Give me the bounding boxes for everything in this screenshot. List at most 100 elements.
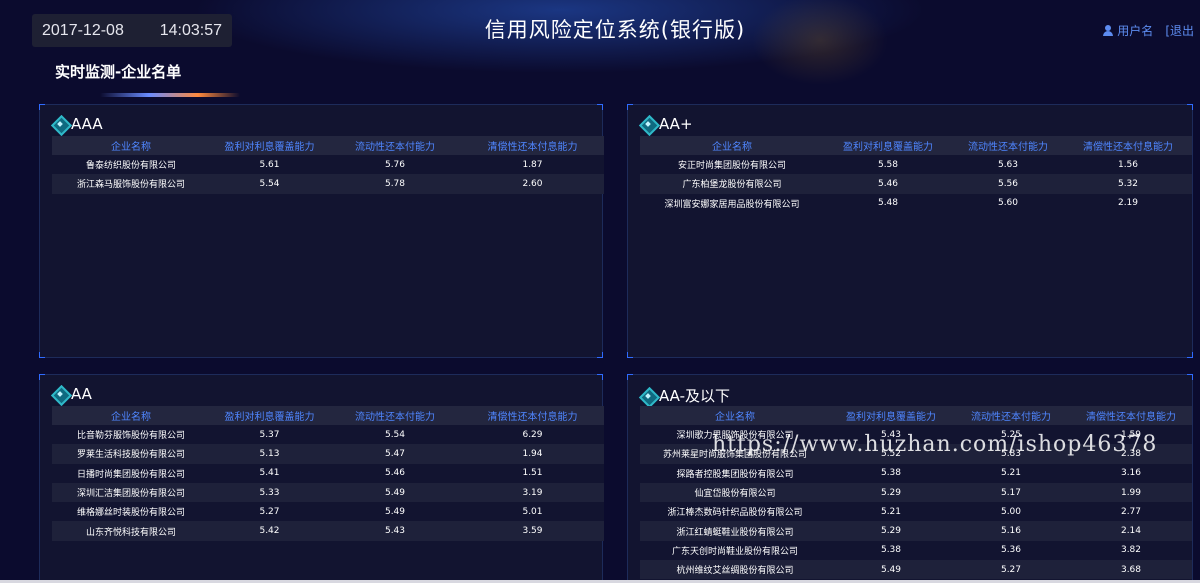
score-cell: 5.76: [329, 155, 461, 175]
table-row[interactable]: 探路者控股集团股份有限公司 5.38 5.21 3.16: [640, 463, 1192, 483]
score-cell: 1.59: [1070, 425, 1192, 445]
score-cell: 5.25: [952, 425, 1070, 445]
table-row[interactable]: 深圳汇洁集团股份有限公司 5.33 5.49 3.19: [52, 482, 604, 503]
table-row[interactable]: 浙江红蜻蜓鞋业股份有限公司 5.29 5.16 2.14: [640, 521, 1192, 541]
score-cell: 5.27: [210, 502, 329, 522]
table-row[interactable]: 维格娜丝时装股份有限公司 5.27 5.49 5.01: [52, 502, 604, 522]
user-area: 用户名 [退出: [1103, 22, 1194, 39]
score-cell: 2.19: [1064, 193, 1192, 213]
column-header: 企业名称: [640, 136, 824, 155]
table-row[interactable]: 日播时尚集团股份有限公司 5.41 5.46 1.51: [52, 463, 604, 483]
score-cell: 5.47: [329, 444, 461, 464]
score-cell: 5.17: [952, 482, 1070, 503]
grade-title: AA+: [659, 115, 693, 133]
score-cell: 5.16: [952, 521, 1070, 541]
score-cell: 5.54: [329, 425, 461, 445]
table-row[interactable]: 深圳歌力思服饰股份有限公司 5.43 5.25 1.59: [640, 425, 1192, 445]
table-header-row: 企业名称 盈利对利息覆盖能力 流动性还本付能力 清偿性还本付息能力: [52, 406, 604, 425]
company-name-cell: 杭州维纹艾丝绸股份有限公司: [640, 560, 830, 580]
table-row[interactable]: 鲁泰纺织股份有限公司 5.61 5.76 1.87: [52, 155, 604, 175]
column-header: 企业名称: [52, 136, 210, 155]
score-cell: 5.13: [210, 444, 329, 464]
score-cell: 2.60: [461, 174, 604, 194]
company-name-cell: 安正时尚集团股份有限公司: [640, 155, 824, 175]
company-name-cell: 探路者控股集团股份有限公司: [640, 463, 830, 483]
company-name-cell: 鲁泰纺织股份有限公司: [52, 155, 210, 175]
company-name-cell: 山东齐悦科技有限公司: [52, 521, 210, 541]
panel-aa-plus: AA+ 企业名称 盈利对利息覆盖能力 流动性还本付能力 清偿性还本付息能力 安正时尚集团…: [627, 104, 1193, 358]
score-cell: 2.14: [1070, 521, 1192, 541]
table-row[interactable]: 杭州维纹艾丝绸股份有限公司 5.49 5.27 3.68: [640, 560, 1192, 580]
score-cell: 5.52: [830, 444, 952, 464]
column-header: 盈利对利息覆盖能力: [210, 406, 329, 425]
company-name-cell: 深圳汇洁集团股份有限公司: [52, 482, 210, 503]
column-header: 清偿性还本付息能力: [461, 136, 604, 155]
score-cell: 1.87: [461, 155, 604, 175]
company-name-cell: 罗莱生活科技股份有限公司: [52, 444, 210, 464]
username-link[interactable]: 用户名: [1117, 22, 1153, 39]
score-cell: 5.58: [824, 155, 952, 175]
company-name-cell: 浙江森马服饰股份有限公司: [52, 174, 210, 194]
score-cell: 1.56: [1064, 155, 1192, 175]
table-row[interactable]: 深圳富安娜家居用品股份有限公司 5.48 5.60 2.19: [640, 193, 1192, 213]
company-name-cell: 深圳富安娜家居用品股份有限公司: [640, 193, 824, 213]
score-cell: 5.46: [824, 174, 952, 194]
company-name-cell: 浙江棒杰数码针织品股份有限公司: [640, 502, 830, 522]
table-header-row: 企业名称 盈利对利息覆盖能力 流动性还本付能力 清偿性还本付息能力: [640, 406, 1192, 425]
score-cell: 5.56: [952, 174, 1064, 194]
table-row[interactable]: 浙江棒杰数码针织品股份有限公司 5.21 5.00 2.77: [640, 502, 1192, 522]
table-row[interactable]: 山东齐悦科技有限公司 5.42 5.43 3.59: [52, 521, 604, 541]
panel-aa-minus: AA-及以下 企业名称 盈利对利息覆盖能力 流动性还本付能力 清偿性还本付息能力 深圳歌…: [627, 374, 1193, 583]
company-name-cell: 维格娜丝时装股份有限公司: [52, 502, 210, 522]
table-header-row: 企业名称 盈利对利息覆盖能力 流动性还本付能力 清偿性还本付息能力: [52, 136, 604, 155]
column-header: 流动性还本付能力: [329, 136, 461, 155]
score-cell: 5.43: [329, 521, 461, 541]
score-cell: 5.01: [461, 502, 604, 522]
table-row[interactable]: 浙江森马服饰股份有限公司 5.54 5.78 2.60: [52, 174, 604, 194]
user-icon: [1103, 25, 1114, 36]
score-cell: 5.38: [830, 540, 952, 561]
diamond-icon: [52, 386, 68, 402]
score-cell: 5.43: [830, 425, 952, 445]
score-cell: 5.49: [830, 560, 952, 580]
panel-header: AA: [52, 385, 92, 403]
table-row[interactable]: 广东柏堡龙股份有限公司 5.46 5.56 5.32: [640, 174, 1192, 194]
column-header: 盈利对利息覆盖能力: [824, 136, 952, 155]
table-row[interactable]: 仙宜岱股份有限公司 5.29 5.17 1.99: [640, 482, 1192, 503]
grade-title: AAA: [71, 115, 103, 133]
company-table: 企业名称 盈利对利息覆盖能力 流动性还本付能力 清偿性还本付息能力 安正时尚集团股份有限…: [640, 136, 1192, 213]
score-cell: 5.49: [329, 482, 461, 503]
score-cell: 6.29: [461, 425, 604, 445]
score-cell: 5.54: [210, 174, 329, 194]
company-table: 企业名称 盈利对利息覆盖能力 流动性还本付能力 清偿性还本付息能力 深圳歌力思服饰股份有…: [640, 406, 1192, 580]
company-name-cell: 比音勒芬服饰股份有限公司: [52, 425, 210, 445]
grade-title: AA: [71, 385, 92, 403]
company-table: 企业名称 盈利对利息覆盖能力 流动性还本付能力 清偿性还本付息能力 比音勒芬服饰股份有限…: [52, 406, 604, 541]
panel-header: AA+: [640, 115, 693, 133]
panel-aa: AA 企业名称 盈利对利息覆盖能力 流动性还本付能力 清偿性还本付息能力 比音勒芬服饰股…: [39, 374, 604, 583]
company-name-cell: 广东柏堡龙股份有限公司: [640, 174, 824, 194]
score-cell: 5.46: [329, 463, 461, 483]
score-cell: 5.83: [952, 444, 1070, 464]
company-name-cell: 浙江红蜻蜓鞋业股份有限公司: [640, 521, 830, 541]
score-cell: 5.32: [1064, 174, 1192, 194]
panel-aaa: AAA 企业名称 盈利对利息覆盖能力 流动性还本付能力 清偿性还本付息能力 鲁泰纺织股份…: [39, 104, 604, 358]
app-title: 信用风险定位系统(银行版): [484, 18, 746, 42]
panel-header: AA-及以下: [640, 385, 730, 406]
table-row[interactable]: 罗莱生活科技股份有限公司 5.13 5.47 1.94: [52, 444, 604, 464]
score-cell: 3.19: [461, 482, 604, 503]
table-row[interactable]: 比音勒芬服饰股份有限公司 5.37 5.54 6.29: [52, 425, 604, 445]
score-cell: 5.00: [952, 502, 1070, 522]
score-cell: 3.16: [1070, 463, 1192, 483]
table-row[interactable]: 苏州莱星时尚服饰集团股份有限公司 5.52 5.83 2.38: [640, 444, 1192, 464]
logout-link[interactable]: [退出: [1165, 22, 1194, 39]
column-header: 清偿性还本付息能力: [1070, 406, 1192, 425]
table-row[interactable]: 安正时尚集团股份有限公司 5.58 5.63 1.56: [640, 155, 1192, 175]
table-row[interactable]: 广东天创时尚鞋业股份有限公司 5.38 5.36 3.82: [640, 540, 1192, 561]
grade-title: AA-及以下: [659, 387, 731, 405]
diamond-icon: [640, 388, 656, 404]
score-cell: 1.51: [461, 463, 604, 483]
score-cell: 5.49: [329, 502, 461, 522]
company-name-cell: 深圳歌力思服饰股份有限公司: [640, 425, 830, 445]
column-header: 流动性还本付能力: [952, 136, 1064, 155]
